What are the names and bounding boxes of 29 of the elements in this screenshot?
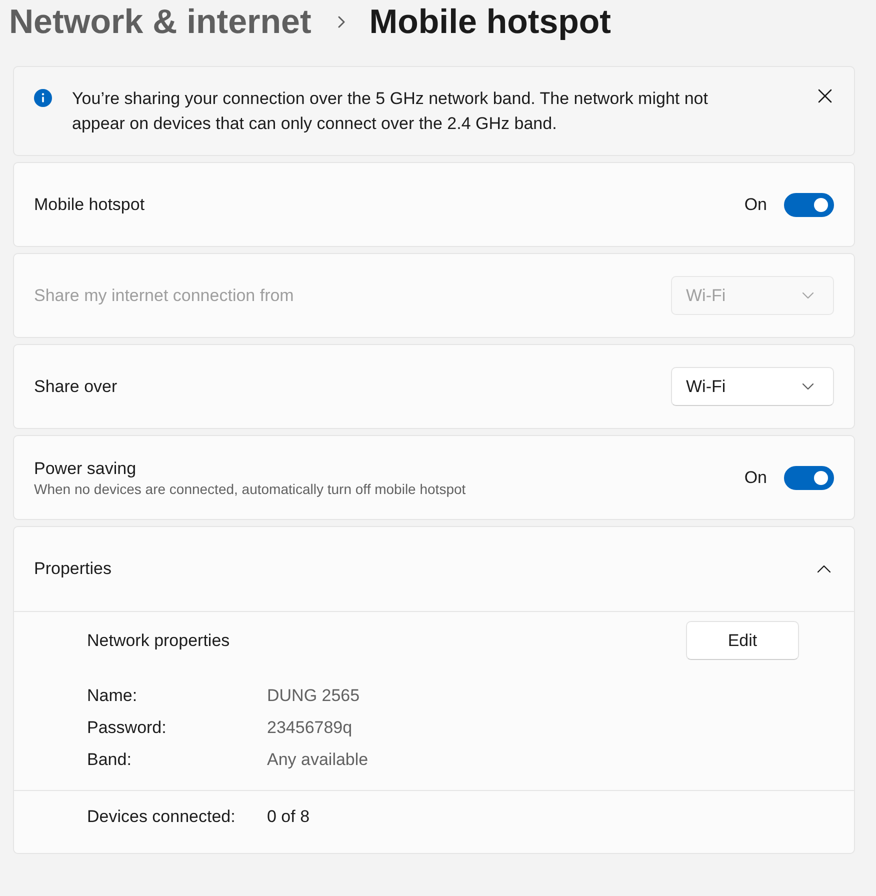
chevron-down-icon — [802, 383, 814, 390]
page-title: Mobile hotspot — [369, 2, 612, 43]
breadcrumb-link[interactable]: Network & internet — [9, 0, 312, 44]
section-title: Network properties — [87, 630, 230, 650]
close-icon — [818, 89, 832, 103]
field-label: Password: — [87, 718, 168, 738]
properties-expander[interactable]: Properties — [14, 527, 854, 611]
devices-label: Devices connected: — [87, 807, 236, 827]
toggle-switch[interactable] — [784, 466, 834, 490]
field-value: Any available — [267, 750, 368, 770]
field-label: Name: — [87, 686, 138, 706]
setting-description: When no devices are connected, automatically turn off mobile hotspot — [34, 480, 466, 498]
chevron-down-icon — [802, 292, 814, 299]
toggle-state-label: On — [744, 194, 767, 214]
field-label: Band: — [87, 750, 132, 770]
info-icon — [34, 89, 52, 107]
setting-label: Share my internet connection from — [34, 284, 294, 306]
dropdown[interactable]: Wi-Fi — [671, 367, 834, 406]
setting-label: Power saving — [34, 458, 138, 480]
toggle-state-label: On — [744, 468, 767, 488]
field-value: 23456789q — [267, 718, 352, 738]
info-message: You’re sharing your connection over the 5 GHz network band. The network might not appear on devices that can only connect over the 2.4 GHz band. — [72, 88, 709, 135]
setting-label: Mobile hotspot — [34, 194, 145, 216]
setting-label: Share over — [34, 376, 118, 398]
toggle-switch[interactable] — [784, 192, 834, 216]
edit-button[interactable]: Edit — [686, 621, 799, 660]
field-value: DUNG 2565 — [267, 686, 360, 706]
chevron-right-icon — [338, 16, 346, 28]
devices-value: 0 of 8 — [267, 807, 310, 827]
